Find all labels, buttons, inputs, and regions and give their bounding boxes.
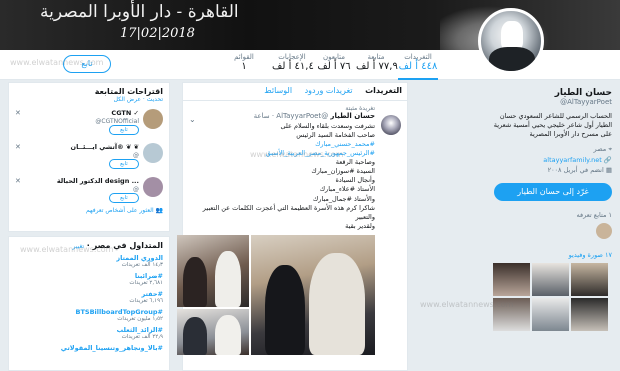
close-icon[interactable]: ✕ <box>15 177 21 185</box>
calendar-icon: ▦ <box>603 166 612 175</box>
suggestion-name[interactable]: آتشي ايـــئــان® ❦ ❦ <box>71 143 139 151</box>
suggestion-follow-button[interactable]: تابع <box>109 159 139 169</box>
media-thumb[interactable] <box>571 298 608 332</box>
trend-item[interactable]: #حفتر ٦,١٩٦ تغريدات <box>15 290 163 304</box>
trend-item[interactable]: #ضرائبنا ٢,٦٨١ تغريدات <box>15 272 163 286</box>
chevron-down-icon[interactable]: ⌄ <box>189 115 196 124</box>
tweet-photo[interactable] <box>177 234 249 307</box>
suggestion-follow-button[interactable]: تابع <box>109 193 139 203</box>
tweet-to-button[interactable]: غرّد إلى حسان الطيار <box>494 183 612 202</box>
tab-media[interactable]: الوسائط <box>259 83 297 98</box>
profile-name[interactable]: حسان الطيار <box>493 88 612 98</box>
stat-following[interactable]: متابعة ٧٧,٩ أ لف <box>356 53 398 72</box>
followers-you-know[interactable]: ١ متابع تعرفه <box>493 211 612 219</box>
stat-lists[interactable]: القوائم ١ <box>224 53 264 72</box>
timeline-tabs: التغريدات تغريدات وردود الوسائط <box>183 83 407 101</box>
profile-location: مصر <box>593 145 607 154</box>
who-to-follow-title: اقتراحات المتابعة <box>94 87 163 96</box>
tweet-time[interactable]: ساعة <box>254 112 270 120</box>
tweet-line: السيدة #سوزان_مبارك <box>311 167 375 176</box>
suggestion-item[interactable]: CGTN ✓ @CGTNOfficial تابع ✕ <box>15 107 163 137</box>
profile-bio: الحساب الرسمي للشاعر السعودي حسان الطيار… <box>493 112 612 138</box>
media-thumb[interactable] <box>493 298 530 332</box>
stat-followers[interactable]: متابعون ٧٦ أ لف <box>314 53 354 72</box>
trends-change-link[interactable]: تغيير <box>73 243 85 250</box>
tweet-author[interactable]: حسان الطيار <box>330 112 375 120</box>
banner-date: 17|02|2018 <box>120 26 195 41</box>
trend-item[interactable]: #بالا_ونجاهر_وتنسينا_المقولاتي <box>15 344 163 352</box>
tab-tweets[interactable]: التغريدات <box>360 83 407 98</box>
suggestion-name[interactable]: الدكتور الحبالة design ... <box>57 177 139 185</box>
trend-item[interactable]: #الزائد_الثعلب ٢٢٫٩ ألف تغريدات <box>15 326 163 340</box>
tweet-line: شاكرا كرم هذه الأسرة العظيمة التي أعجزت … <box>202 203 375 221</box>
hashtag-link[interactable]: #الرئيس_جمهورية_مصر_العربية_الأسبق <box>189 149 375 158</box>
close-icon[interactable]: ✕ <box>15 143 21 151</box>
follow-button[interactable]: تابع <box>63 55 111 73</box>
pinned-label: تغريدة مثبتة <box>345 105 375 112</box>
pinned-tweet[interactable]: تغريدة مثبتة ⌄ حسان الطيار @AlTayyarPoet… <box>177 101 407 355</box>
suggestion-follow-button[interactable]: تابع <box>109 125 139 135</box>
location-icon: ⌖ <box>606 145 612 154</box>
people-icon: 👥 <box>153 207 163 214</box>
tweet-photo[interactable] <box>177 308 249 355</box>
tweet-handle: @AlTayyarPoet <box>276 112 329 120</box>
profile-avatar[interactable] <box>478 8 544 74</box>
media-thumb[interactable] <box>493 263 530 297</box>
suggestion-handle: @ <box>133 152 139 159</box>
suggestion-handle: @ <box>133 186 139 193</box>
stat-tweets[interactable]: التغريدات ٤٤٨ أ لف <box>398 53 438 80</box>
profile-meta: ⌖ مصر 🔗 altayyarfamily.net ▦ انضم في أبر… <box>493 144 612 175</box>
trend-item[interactable]: الدوري الممتاز ١٤٫٣ ألف تغريدات <box>15 254 163 268</box>
tweet-line: صاحب الفخامة السيد الرئيس <box>296 130 375 139</box>
trend-item[interactable]: #BTSBillboardTopGroup ١٫٥٢ مليون تغريدات <box>15 308 164 322</box>
trends-title: المتداول في مصر <box>92 241 163 250</box>
tweet-line: ولقدير بقية <box>345 221 375 230</box>
media-thumb[interactable] <box>532 298 569 332</box>
banner-title: القاهرة - دار الأوبرا المصرية <box>40 2 239 22</box>
suggestion-handle: @CGTNOfficial <box>95 118 139 125</box>
media-grid <box>493 263 612 332</box>
refresh-link[interactable]: تحديث · عرض الكل <box>15 96 163 103</box>
photos-videos-link[interactable]: ١٧ صورة وفيديو <box>493 251 612 259</box>
tab-tweets-replies[interactable]: تغريدات وردود <box>300 83 358 98</box>
media-thumb[interactable] <box>571 263 608 297</box>
profile-handle: @AlTayyarPoet <box>560 98 612 106</box>
close-icon[interactable]: ✕ <box>15 109 21 117</box>
suggestion-item[interactable]: آتشي ايـــئــان® ❦ ❦ @ تابع ✕ <box>15 141 163 171</box>
hashtag-link[interactable]: #محمد_حسني_مبارك <box>189 140 375 149</box>
profile-joined: انضم في أبريل ٢٠٠٨ <box>547 166 604 175</box>
tweet-photo[interactable] <box>251 234 375 355</box>
profile-sidebar: حسان الطيار @AlTayyarPoet الحساب الرسمي … <box>485 82 620 371</box>
timeline: التغريدات تغريدات وردود الوسائط تغريدة م… <box>177 82 408 371</box>
tweet-line: وصاحبة الرقعة <box>335 158 375 167</box>
follower-avatar[interactable] <box>596 223 612 240</box>
media-thumb[interactable] <box>532 263 569 297</box>
tweet-line: الأستاذ #علاء_مبارك <box>319 185 375 194</box>
tweet-avatar[interactable] <box>381 115 401 135</box>
avatar[interactable] <box>143 109 163 129</box>
trends-panel: المتداول في مصر · تغيير الدوري الممتاز ١٤… <box>8 236 170 371</box>
stat-likes[interactable]: الإعجابات ٤١,٤ أ لف <box>272 53 314 72</box>
suggestion-item[interactable]: الدكتور الحبالة design ... @ تابع ✕ <box>15 175 163 205</box>
avatar[interactable] <box>143 177 163 197</box>
tweet-photos[interactable] <box>177 234 375 355</box>
suggestion-name[interactable]: CGTN ✓ <box>111 109 139 117</box>
avatar[interactable] <box>143 143 163 163</box>
find-people-link[interactable]: 👥 العثور على أشخاص تعرفهم <box>15 207 163 214</box>
profile-link[interactable]: altayyarfamily.net <box>543 156 602 164</box>
link-icon: 🔗 <box>601 155 612 164</box>
who-to-follow: اقتراحات المتابعة تحديث · عرض الكل CGTN … <box>8 82 170 232</box>
tweet-line: والأستاذ #جمال_مبارك <box>312 194 375 203</box>
tweet-line: تشرفت وسعدت بلقاء والسلام على <box>280 121 375 130</box>
